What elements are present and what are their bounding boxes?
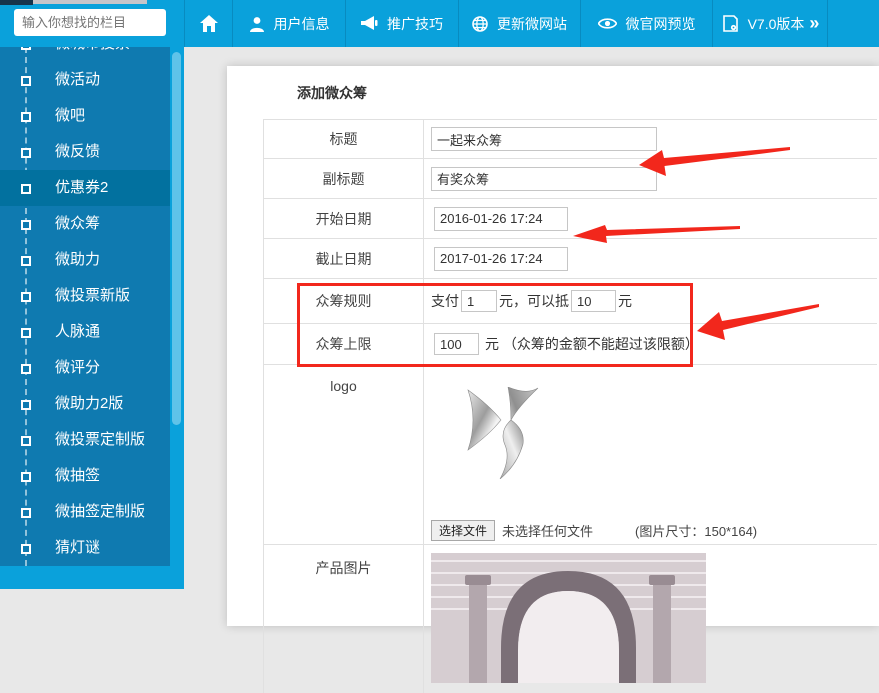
sidebar-scrollbar[interactable] <box>170 47 184 566</box>
end-date-input[interactable] <box>434 246 568 271</box>
nav-item-label: 更新微网站 <box>497 15 567 32</box>
nav-item-label: 微官网预览 <box>625 15 696 32</box>
field-label: 产品图片 <box>264 545 424 693</box>
scrollbar-thumb[interactable] <box>172 52 181 425</box>
main-area: 添加微众筹 标题 副标题 开始日期 截止日期 <box>184 47 879 693</box>
sidebar-item-weizhongchou[interactable]: 微众筹 <box>0 206 170 242</box>
sidebar-item-youhuiquan2[interactable]: 优惠券2 <box>0 170 170 206</box>
sidebar-item-weizhuli2[interactable]: 微助力2版 <box>0 386 170 422</box>
sidebar-item-weichouqian-custom[interactable]: 微抽签定制版 <box>0 494 170 530</box>
pay-amount-input[interactable] <box>461 290 497 312</box>
nav-item-label: 用户信息 <box>273 15 330 32</box>
window-artifact <box>0 0 33 5</box>
limit-amount-input[interactable] <box>434 333 479 355</box>
form-row-product-image: 产品图片 <box>264 545 877 693</box>
crowdfunding-form: 标题 副标题 开始日期 截止日期 <box>263 119 877 693</box>
nav-item-label: 推广技巧 <box>387 15 443 32</box>
megaphone-icon <box>361 16 378 30</box>
version-icon <box>722 15 738 32</box>
nav-item-label: V7.0版本 <box>747 15 805 32</box>
form-card: 添加微众筹 标题 副标题 开始日期 截止日期 <box>227 66 879 693</box>
nav-item-site-preview[interactable]: 微官网预览 <box>580 0 712 47</box>
home-button[interactable] <box>184 0 232 47</box>
form-row-start-date: 开始日期 <box>264 199 877 239</box>
nav-item-update-site[interactable]: 更新微网站 <box>458 0 580 47</box>
field-label: 副标题 <box>264 159 424 198</box>
rule-middle-text: 元，可以抵 <box>499 293 569 309</box>
nav-item-user-info[interactable]: 用户信息 <box>232 0 345 47</box>
form-row-end-date: 截止日期 <box>264 239 877 279</box>
nav-item-promo-tips[interactable]: 推广技巧 <box>345 0 458 47</box>
sidebar-item-weitoupiao-new[interactable]: 微投票新版 <box>0 278 170 314</box>
field-label: logo <box>264 365 424 544</box>
ds-logo-image <box>467 387 539 479</box>
sidebar-search[interactable] <box>14 9 218 36</box>
form-row-subtitle: 副标题 <box>264 159 877 199</box>
rule-prefix-text: 支付 <box>431 293 459 309</box>
start-date-input[interactable] <box>434 206 568 231</box>
nav-item-version[interactable]: V7.0版本 » <box>712 0 828 47</box>
page-title: 添加微众筹 <box>297 85 367 101</box>
sidebar-item-renmaitong[interactable]: 人脉通 <box>0 314 170 350</box>
sidebar-item-caidengmi[interactable]: 猜灯谜 <box>0 530 170 566</box>
sidebar-item-weichouqian[interactable]: 微抽签 <box>0 458 170 494</box>
sidebar: 微城市投票 微活动 微吧 微反馈 优惠券2 微众筹 微助力 微投票新版 人脉通 … <box>0 47 184 589</box>
search-input[interactable] <box>14 15 202 30</box>
field-label: 标题 <box>264 120 424 158</box>
user-icon <box>249 16 264 32</box>
choose-file-button[interactable]: 选择文件 <box>431 520 496 541</box>
eye-icon <box>597 18 617 29</box>
limit-note-text: 元 （众筹的金额不能超过该限额） <box>485 336 699 352</box>
sidebar-item-weihuodong[interactable]: 微活动 <box>0 62 170 98</box>
top-navigation-bar: 用户信息 推广技巧 更新微网站 微官网预览 <box>0 0 879 47</box>
deduct-amount-input[interactable] <box>571 290 616 312</box>
window-artifact <box>33 0 147 4</box>
globe-icon <box>472 15 488 32</box>
subtitle-input[interactable] <box>431 166 657 191</box>
field-label: 众筹上限 <box>264 324 424 364</box>
sidebar-item-weiba[interactable]: 微吧 <box>0 98 170 134</box>
title-input[interactable] <box>431 127 657 151</box>
field-label: 众筹规则 <box>264 279 424 323</box>
sidebar-item-clipped[interactable]: 微城市投票 <box>0 47 170 62</box>
home-icon <box>199 15 218 32</box>
rule-suffix-text: 元 <box>618 293 632 309</box>
field-label: 截止日期 <box>264 239 424 278</box>
form-row-rule: 众筹规则 支付 元，可以抵 元 <box>264 279 877 324</box>
form-row-limit: 众筹上限 元 （众筹的金额不能超过该限额） <box>264 324 877 365</box>
sidebar-menu: 微城市投票 微活动 微吧 微反馈 优惠券2 微众筹 微助力 微投票新版 人脉通 … <box>0 47 170 566</box>
form-row-title: 标题 <box>264 120 877 159</box>
field-label: 开始日期 <box>264 199 424 238</box>
chevrons-right-icon: » <box>809 13 819 33</box>
image-size-note: (图片尺寸：150*164) <box>635 524 758 539</box>
sidebar-item-weizhuli[interactable]: 微助力 <box>0 242 170 278</box>
form-row-logo: logo 选择文件 未选择任何文件 (图片尺寸：150*164) <box>264 365 877 545</box>
product-image <box>431 553 706 683</box>
sidebar-item-weipingfen[interactable]: 微评分 <box>0 350 170 386</box>
sidebar-item-weitoupiao-custom[interactable]: 微投票定制版 <box>0 422 170 458</box>
top-menu: 用户信息 推广技巧 更新微网站 微官网预览 V7.0版本 » <box>184 0 828 47</box>
sidebar-item-weifankui[interactable]: 微反馈 <box>0 134 170 170</box>
no-file-selected-text: 未选择任何文件 <box>502 524 594 539</box>
